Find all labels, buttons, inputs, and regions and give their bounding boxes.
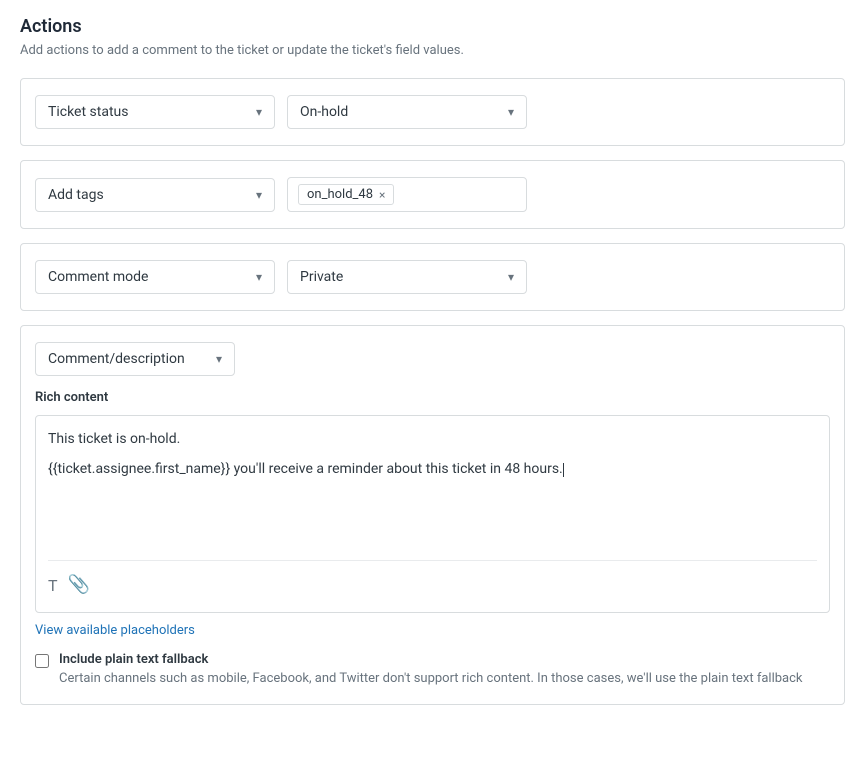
on-hold-label: On-hold [300,104,348,120]
view-placeholders-link[interactable]: View available placeholders [35,623,195,638]
ticket-status-label: Ticket status [48,104,128,120]
private-label: Private [300,269,343,285]
plain-text-fallback-content: Include plain text fallback Certain chan… [59,652,803,689]
tag-on-hold-48: on_hold_48 × [298,184,394,205]
comment-mode-row: Comment mode ▾ Private ▾ [20,243,845,311]
plain-text-fallback-label: Include plain text fallback [59,652,803,667]
text-line-1: This ticket is on-hold. [48,428,817,450]
on-hold-dropdown[interactable]: On-hold ▾ [287,95,527,129]
text-line-2-content: {{ticket.assignee.first_name}} you'll re… [48,461,563,477]
comment-mode-chevron-icon: ▾ [256,270,262,284]
private-dropdown[interactable]: Private ▾ [287,260,527,294]
text-format-icon[interactable]: T [48,573,58,599]
attachment-icon[interactable]: 📎 [68,571,90,600]
tags-input-container[interactable]: on_hold_48 × [287,177,527,212]
add-tags-row: Add tags ▾ on_hold_48 × [20,160,845,229]
add-tags-chevron-icon: ▾ [256,188,262,202]
on-hold-chevron-icon: ▾ [508,105,514,119]
comment-description-chevron-icon: ▾ [216,352,222,366]
comment-mode-label: Comment mode [48,269,148,285]
ticket-status-dropdown[interactable]: Ticket status ▾ [35,95,275,129]
comment-mode-dropdown[interactable]: Comment mode ▾ [35,260,275,294]
add-tags-dropdown[interactable]: Add tags ▾ [35,178,275,212]
rich-text-editor[interactable]: This ticket is on-hold. {{ticket.assigne… [35,415,830,613]
tag-remove-button[interactable]: × [379,189,385,201]
add-tags-label: Add tags [48,187,104,203]
plain-text-fallback-checkbox[interactable] [35,654,49,668]
page-subtitle: Add actions to add a comment to the tick… [20,43,845,58]
rich-text-toolbar: T 📎 [48,560,817,600]
rich-text-content: This ticket is on-hold. {{ticket.assigne… [48,428,817,548]
text-line-2: {{ticket.assignee.first_name}} you'll re… [48,458,817,480]
plain-text-fallback-row: Include plain text fallback Certain chan… [35,652,830,689]
ticket-status-row: Ticket status ▾ On-hold ▾ [20,78,845,146]
comment-description-dropdown[interactable]: Comment/description ▾ [35,342,235,376]
text-cursor [563,463,564,477]
private-chevron-icon: ▾ [508,270,514,284]
ticket-status-chevron-icon: ▾ [256,105,262,119]
comment-description-section: Comment/description ▾ Rich content This … [20,325,845,705]
plain-text-fallback-description: Certain channels such as mobile, Faceboo… [59,669,803,689]
rich-content-label: Rich content [35,390,830,405]
comment-description-label: Comment/description [48,351,185,367]
page-title: Actions [20,16,845,37]
tag-label: on_hold_48 [307,187,373,202]
